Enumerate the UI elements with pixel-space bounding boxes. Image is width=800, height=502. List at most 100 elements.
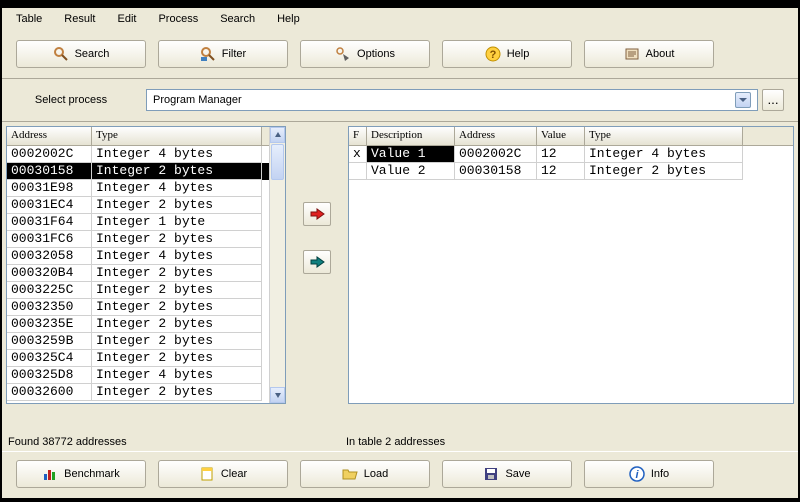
bottom-toolbar: Benchmark Clear Load Save i Info [2,451,798,498]
table-row[interactable]: 0003259BInteger 2 bytes [7,333,269,350]
cell-type: Integer 2 bytes [585,163,743,180]
process-row: Select process Program Manager ... [2,79,798,122]
scroll-down-icon[interactable] [270,387,285,403]
save-button[interactable]: Save [442,460,572,488]
cell-address: 00031FC6 [7,231,92,248]
info-icon: i [629,466,645,482]
table-panel: F Description Address Value Type xValue … [348,126,794,429]
filter-button[interactable]: Filter [158,40,288,68]
menu-result[interactable]: Result [54,10,105,28]
cell-type: Integer 2 bytes [92,265,262,282]
clear-button[interactable]: Clear [158,460,288,488]
col-header-type[interactable]: Type [585,127,743,145]
options-button[interactable]: Options [300,40,430,68]
cell-type: Integer 2 bytes [92,299,262,316]
results-scrollbar[interactable] [269,127,285,403]
cell-address: 0003225C [7,282,92,299]
menu-search[interactable]: Search [210,10,265,28]
add-to-table-button[interactable] [303,202,331,226]
cell-type: Integer 2 bytes [92,316,262,333]
menu-edit[interactable]: Edit [107,10,146,28]
benchmark-button-label: Benchmark [64,468,120,480]
cell-type: Integer 2 bytes [92,333,262,350]
cell-address: 00031E98 [7,180,92,197]
info-button[interactable]: i Info [584,460,714,488]
cell-type: Integer 4 bytes [92,367,262,384]
save-button-label: Save [505,468,530,480]
process-browse-button[interactable]: ... [762,89,784,111]
menu-table[interactable]: Table [6,10,52,28]
table-row[interactable]: 0003235EInteger 2 bytes [7,316,269,333]
arrow-right-icon [309,206,325,222]
cell-address: 0002002C [455,146,537,163]
scroll-thumb[interactable] [271,144,284,180]
table-grid[interactable]: F Description Address Value Type xValue … [349,127,793,403]
help-button-label: Help [507,48,530,60]
table-row[interactable]: 00031FC6Integer 2 bytes [7,231,269,248]
transfer-panel [290,126,344,429]
cell-type: Integer 1 byte [92,214,262,231]
arrow-right-teal-icon [309,254,325,270]
table-row[interactable]: 00031F64Integer 1 byte [7,214,269,231]
clear-icon [199,466,215,482]
menu-help[interactable]: Help [267,10,310,28]
table-row[interactable]: 00032600Integer 2 bytes [7,384,269,401]
chevron-down-icon[interactable] [735,92,751,108]
table-row[interactable]: 00030158Integer 2 bytes [7,163,269,180]
cell-address: 000320B4 [7,265,92,282]
cell-address: 00031F64 [7,214,92,231]
toolbar: Search Filter Options ? Help About [2,30,798,79]
table-row[interactable]: xValue 10002002C12Integer 4 bytes [349,146,793,163]
help-button[interactable]: ? Help [442,40,572,68]
table-row[interactable]: Value 20003015812Integer 2 bytes [349,163,793,180]
col-header-type[interactable]: Type [92,127,262,145]
status-found: Found 38772 addresses [8,436,346,448]
cell-type: Integer 2 bytes [92,282,262,299]
menu-process[interactable]: Process [148,10,208,28]
cell-address: 0002002C [7,146,92,163]
folder-open-icon [342,466,358,482]
table-row[interactable]: 000325D8Integer 4 bytes [7,367,269,384]
col-header-address[interactable]: Address [7,127,92,145]
cell-address: 0003235E [7,316,92,333]
benchmark-button[interactable]: Benchmark [16,460,146,488]
table-row[interactable]: 000320B4Integer 2 bytes [7,265,269,282]
table-row[interactable]: 00032058Integer 4 bytes [7,248,269,265]
cell-type: Integer 2 bytes [92,231,262,248]
add-all-button[interactable] [303,250,331,274]
load-button-label: Load [364,468,388,480]
table-row[interactable]: 0002002CInteger 4 bytes [7,146,269,163]
cell-address: 00031EC4 [7,197,92,214]
table-row[interactable]: 0003225CInteger 2 bytes [7,282,269,299]
filter-button-label: Filter [222,48,246,60]
cell-value: 12 [537,163,585,180]
cell-desc: Value 2 [367,163,455,180]
options-icon [335,46,351,62]
col-header-value[interactable]: Value [537,127,585,145]
info-button-label: Info [651,468,669,480]
process-select-value: Program Manager [153,94,242,106]
col-header-desc[interactable]: Description [367,127,455,145]
cell-type: Integer 2 bytes [92,197,262,214]
search-button[interactable]: Search [16,40,146,68]
svg-text:?: ? [489,49,496,61]
results-grid[interactable]: Address Type 0002002CInteger 4 bytes0003… [7,127,269,403]
load-button[interactable]: Load [300,460,430,488]
cell-type: Integer 2 bytes [92,384,262,401]
table-row[interactable]: 00031EC4Integer 2 bytes [7,197,269,214]
cell-address: 00030158 [455,163,537,180]
cell-type: Integer 4 bytes [92,180,262,197]
scroll-up-icon[interactable] [270,127,285,143]
cell-address: 000325D8 [7,367,92,384]
table-row[interactable]: 000325C4Integer 2 bytes [7,350,269,367]
process-select[interactable]: Program Manager [146,89,758,111]
about-button[interactable]: About [584,40,714,68]
col-header-addr[interactable]: Address [455,127,537,145]
cell-type: Integer 4 bytes [92,248,262,265]
options-button-label: Options [357,48,395,60]
cell-f: x [349,146,367,163]
about-button-label: About [646,48,675,60]
col-header-f[interactable]: F [349,127,367,145]
table-row[interactable]: 00031E98Integer 4 bytes [7,180,269,197]
table-row[interactable]: 00032350Integer 2 bytes [7,299,269,316]
